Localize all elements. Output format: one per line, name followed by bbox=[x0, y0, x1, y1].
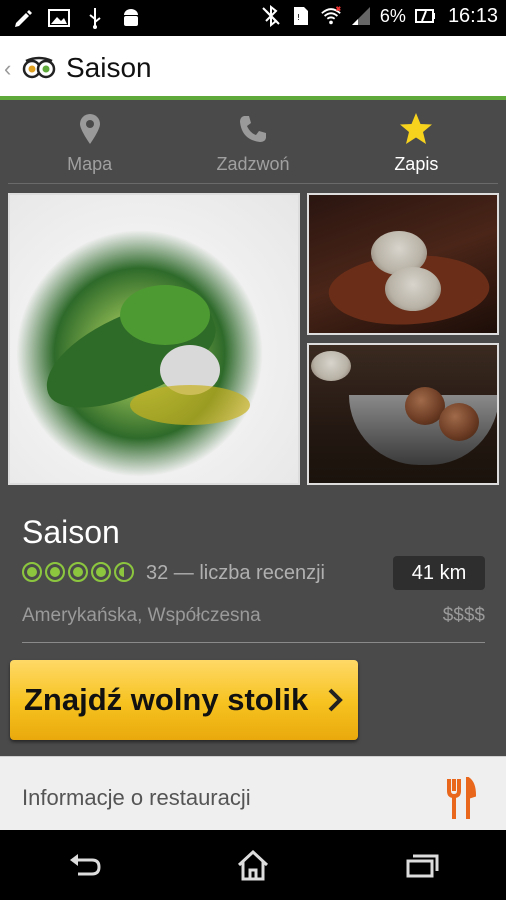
recent-apps-icon[interactable] bbox=[398, 845, 446, 885]
restaurant-name: Saison bbox=[22, 514, 120, 550]
back-chevron-icon[interactable]: ‹ bbox=[4, 56, 11, 82]
fork-knife-icon bbox=[446, 775, 477, 821]
find-table-label: Znajdź wolny stolik bbox=[24, 682, 309, 717]
home-icon[interactable] bbox=[229, 845, 277, 885]
distance-badge: 41 km bbox=[393, 556, 485, 590]
back-icon[interactable] bbox=[60, 845, 108, 885]
signal-icon bbox=[350, 4, 372, 28]
price-level: $$$$ bbox=[442, 605, 485, 626]
phone-icon bbox=[236, 112, 270, 146]
clock: 16:13 bbox=[447, 4, 498, 27]
rating-bubble-half bbox=[114, 562, 134, 582]
tab-map-label: Mapa bbox=[67, 154, 113, 174]
photo-thumbnail[interactable] bbox=[307, 193, 499, 335]
rating-bubble bbox=[68, 562, 88, 582]
battery-icon bbox=[414, 4, 436, 28]
cuisine-text: Amerykańska, Współczesna bbox=[22, 605, 261, 626]
usb-icon bbox=[84, 6, 106, 30]
restaurant-detail: Mapa Zadzwoń Zapis Saison 32 — liczba re… bbox=[0, 100, 506, 830]
rating-bubble bbox=[22, 562, 42, 582]
navigation-bar bbox=[0, 830, 506, 900]
tab-save[interactable]: Zapis bbox=[335, 100, 498, 183]
page-title: Saison bbox=[66, 52, 152, 83]
rating-bubbles bbox=[22, 562, 134, 582]
action-bar: ‹ Saison bbox=[0, 36, 506, 100]
restaurant-info-row[interactable]: Informacje o restauracji bbox=[0, 756, 506, 830]
edit-icon bbox=[12, 6, 34, 30]
main-photo[interactable] bbox=[8, 193, 300, 485]
tab-call-label: Zadzwoń bbox=[216, 154, 290, 174]
map-pin-icon bbox=[73, 112, 107, 146]
svg-text:!: ! bbox=[297, 13, 300, 22]
image-icon bbox=[48, 6, 70, 30]
tab-save-label: Zapis bbox=[394, 154, 439, 174]
divider bbox=[22, 642, 485, 643]
restaurant-info-label: Informacje o restauracji bbox=[22, 785, 251, 810]
tab-call[interactable]: Zadzwoń bbox=[171, 100, 334, 183]
review-count[interactable]: 32 — liczba recenzji bbox=[146, 562, 325, 585]
bluetooth-off-icon bbox=[260, 4, 282, 28]
wifi-icon bbox=[320, 4, 342, 28]
android-icon bbox=[120, 6, 142, 30]
status-bar: ! 6% 16:13 bbox=[0, 0, 506, 36]
rating-bubble bbox=[45, 562, 65, 582]
action-tabs: Mapa Zadzwoń Zapis bbox=[8, 100, 498, 184]
find-table-button[interactable]: Znajdź wolny stolik bbox=[10, 660, 358, 740]
photo-thumbnail[interactable] bbox=[307, 343, 499, 485]
sim-icon: ! bbox=[290, 4, 312, 28]
tripadvisor-owl-icon[interactable] bbox=[22, 56, 56, 80]
battery-percent: 6% bbox=[379, 5, 406, 26]
chevron-right-icon bbox=[326, 686, 344, 714]
rating-bubble bbox=[91, 562, 111, 582]
star-icon bbox=[399, 112, 433, 146]
tab-map[interactable]: Mapa bbox=[8, 100, 171, 183]
